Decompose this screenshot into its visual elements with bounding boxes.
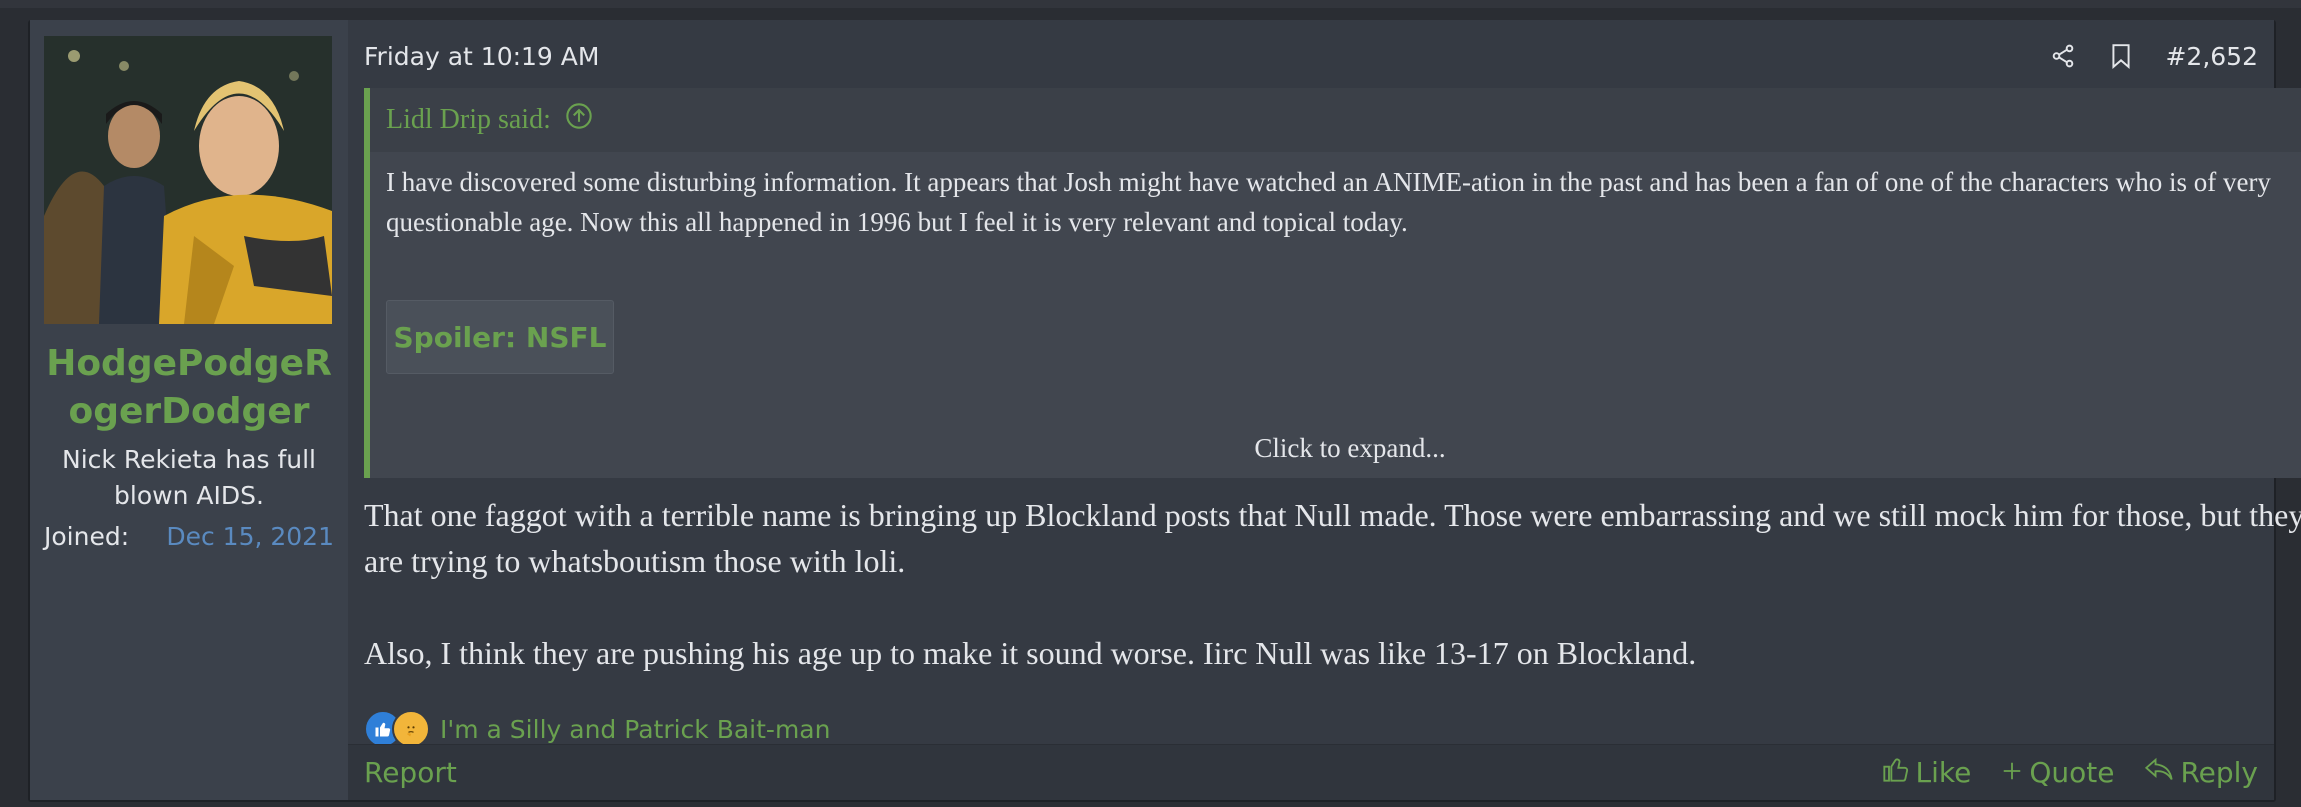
- top-strip: [0, 0, 2301, 8]
- username[interactable]: HodgePodgeRogerDodger: [30, 340, 348, 436]
- post-number[interactable]: #2,652: [2165, 42, 2258, 71]
- reaction-icons: [364, 710, 430, 748]
- post-actions: #2,652: [2049, 42, 2258, 71]
- avatar-image: [44, 36, 332, 324]
- post-date[interactable]: Friday at 10:19 AM: [364, 42, 599, 71]
- share-icon[interactable]: [2049, 42, 2077, 70]
- expand-link[interactable]: Click to expand...: [370, 384, 2301, 478]
- joined-row: Joined: Dec 15, 2021: [44, 522, 334, 551]
- quote-label: Quote: [2029, 756, 2115, 789]
- reply-label: Reply: [2180, 756, 2258, 789]
- quote-author[interactable]: Lidl Drip said:: [386, 104, 551, 136]
- post-container: HodgePodgeRogerDodger Nick Rekieta has f…: [28, 20, 2301, 802]
- bookmark-icon[interactable]: [2107, 42, 2135, 70]
- plus-icon: [2001, 756, 2023, 789]
- post-header: Friday at 10:19 AM #2,652: [364, 36, 2258, 76]
- quote-block: Lidl Drip said: I have discovered some d…: [364, 88, 2301, 478]
- quote-text: I have discovered some disturbing inform…: [386, 167, 2271, 237]
- post-message: That one faggot with a terrible name is …: [364, 492, 2301, 676]
- quote-header[interactable]: Lidl Drip said:: [370, 88, 2301, 152]
- thumbs-up-icon: [1882, 755, 1910, 790]
- quote-button[interactable]: Quote: [2001, 755, 2114, 790]
- footer-actions: Like Quote Reply: [1882, 755, 2258, 790]
- arrow-up-circle-icon[interactable]: [565, 102, 593, 138]
- avatar[interactable]: [44, 36, 332, 324]
- user-title: Nick Rekieta has full blown AIDS.: [62, 445, 316, 510]
- thinking-face-reaction-icon: [392, 710, 430, 748]
- reactions-bar[interactable]: I'm a Silly and Patrick Bait-man: [364, 710, 830, 748]
- report-label: Report: [364, 756, 457, 789]
- like-label: Like: [1915, 756, 1972, 789]
- report-link[interactable]: Report: [364, 756, 457, 789]
- spoiler-button[interactable]: Spoiler: NSFL: [386, 300, 614, 374]
- like-button[interactable]: Like: [1882, 755, 1972, 790]
- user-cell: HodgePodgeRogerDodger Nick Rekieta has f…: [30, 20, 348, 800]
- joined-label: Joined:: [44, 522, 130, 551]
- message-paragraph: That one faggot with a terrible name is …: [364, 497, 2301, 579]
- reply-button[interactable]: Reply: [2144, 755, 2258, 790]
- message-paragraph: Also, I think they are pushing his age u…: [364, 635, 1697, 671]
- reply-icon: [2144, 756, 2174, 789]
- joined-date: Dec 15, 2021: [166, 522, 334, 551]
- post-main: Friday at 10:19 AM #2,652 Lidl Drip said…: [348, 20, 2301, 800]
- post-footer: Report Like Quote Reply: [348, 744, 2274, 800]
- post: HodgePodgeRogerDodger Nick Rekieta has f…: [30, 20, 2301, 800]
- reactions-text[interactable]: I'm a Silly and Patrick Bait-man: [440, 715, 830, 744]
